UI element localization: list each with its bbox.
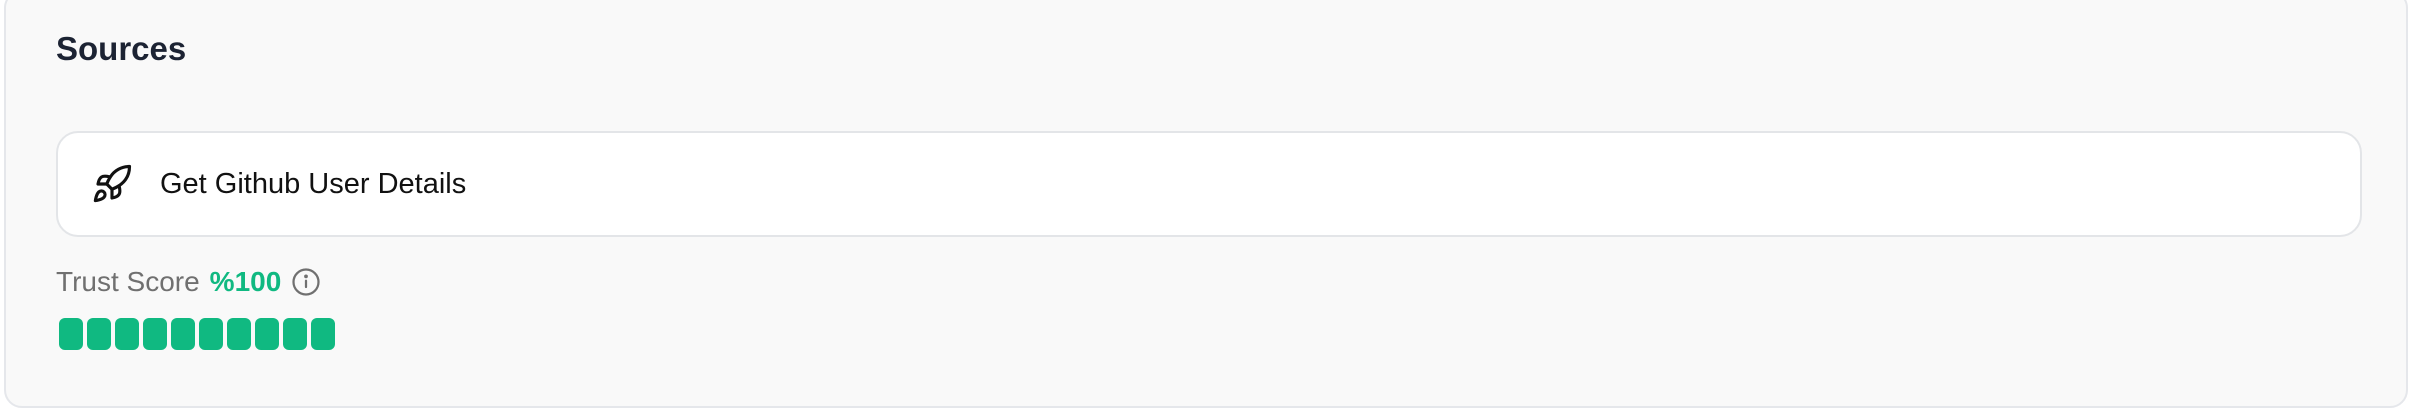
trust-score-segment (283, 318, 307, 350)
trust-score-segment (59, 318, 83, 350)
trust-score-segment (255, 318, 279, 350)
trust-score-segment (87, 318, 111, 350)
trust-score-segment (199, 318, 223, 350)
trust-score-segment (143, 318, 167, 350)
source-item-label: Get Github User Details (160, 167, 467, 200)
source-item-get-github-user-details[interactable]: Get Github User Details (56, 131, 2362, 237)
trust-score-segment (171, 318, 195, 350)
trust-score-meter (59, 318, 335, 350)
trust-score-segment (115, 318, 139, 350)
trust-score-label: Trust Score (56, 266, 200, 297)
sources-panel: Sources Get Github User Details Trust Sc… (4, 0, 2408, 408)
trust-score-value: %100 (209, 266, 282, 297)
trust-score-segment (311, 318, 335, 350)
trust-score-row: Trust Score %100 (56, 264, 322, 300)
trust-score-segment (227, 318, 251, 350)
info-icon[interactable] (290, 266, 322, 298)
rocket-icon (91, 163, 133, 205)
sources-title: Sources (56, 30, 187, 67)
